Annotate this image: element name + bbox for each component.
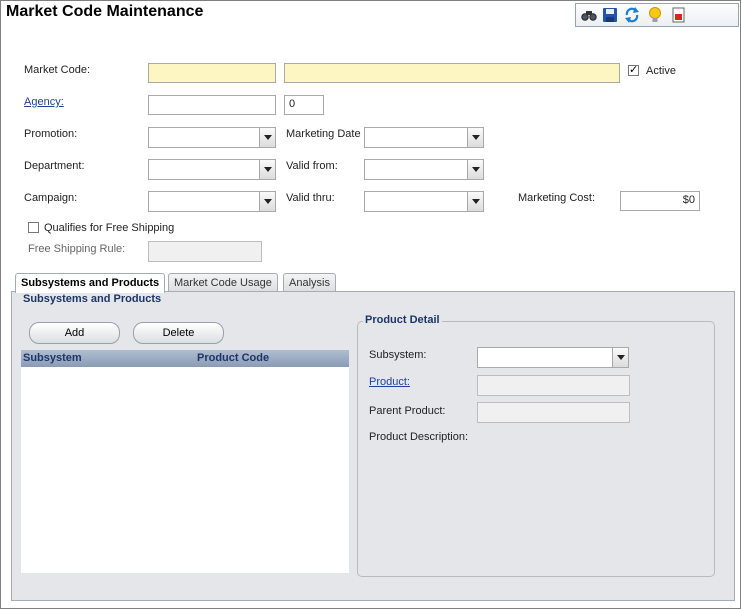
chevron-down-icon	[259, 128, 275, 147]
lightbulb-icon[interactable]	[646, 6, 664, 24]
agency-input[interactable]	[148, 95, 276, 115]
toolbar	[575, 3, 739, 27]
market-description-input[interactable]	[284, 63, 620, 83]
column-header-subsystem[interactable]: Subsystem	[23, 352, 82, 364]
add-button[interactable]: Add	[29, 322, 120, 344]
chevron-down-icon	[467, 192, 483, 211]
free-shipping-label: Qualifies for Free Shipping	[44, 222, 175, 234]
market-code-window: Market Code Maintenance Market Code: ✓ A…	[0, 0, 741, 609]
free-shipping-checkbox[interactable]	[28, 222, 39, 233]
valid-thru-label: Valid thru:	[286, 192, 335, 204]
subsystem-label: Subsystem:	[369, 349, 427, 361]
active-label: Active	[646, 65, 676, 77]
valid-from-select[interactable]	[364, 159, 484, 180]
parent-product-label: Parent Product:	[369, 405, 446, 417]
subsystems-group-title: Subsystems and Products	[21, 293, 164, 305]
market-code-input[interactable]	[148, 63, 276, 83]
product-input	[477, 375, 630, 396]
promotion-label: Promotion:	[24, 128, 78, 140]
marketing-date-label: Marketing Date	[286, 128, 361, 140]
active-checkbox[interactable]: ✓	[628, 65, 639, 76]
subsystems-grid-header: Subsystem Product Code	[21, 350, 349, 367]
subsystem-select[interactable]	[477, 347, 629, 368]
free-shipping-rule-label: Free Shipping Rule:	[28, 243, 126, 255]
page-title: Market Code Maintenance	[6, 3, 204, 20]
chevron-down-icon	[259, 160, 275, 179]
valid-from-label: Valid from:	[286, 160, 338, 172]
chevron-down-icon	[612, 348, 628, 367]
chevron-down-icon	[467, 160, 483, 179]
chevron-down-icon	[467, 128, 483, 147]
column-header-product-code[interactable]: Product Code	[197, 352, 269, 364]
subsystems-grid[interactable]	[21, 367, 349, 573]
product-link[interactable]: Product:	[369, 376, 410, 388]
department-label: Department:	[24, 160, 85, 172]
marketing-cost-label: Marketing Cost:	[518, 192, 596, 204]
report-icon[interactable]	[670, 6, 688, 24]
marketing-date-select[interactable]	[364, 127, 484, 148]
refresh-icon[interactable]	[623, 6, 641, 24]
agency-link[interactable]: Agency:	[24, 96, 64, 108]
tab-market-code-usage[interactable]: Market Code Usage	[168, 273, 278, 292]
parent-product-input	[477, 402, 630, 423]
chevron-down-icon	[259, 192, 275, 211]
product-description-label: Product Description:	[369, 431, 469, 443]
department-select[interactable]	[148, 159, 276, 180]
marketing-cost-input[interactable]: $0	[620, 191, 700, 211]
save-icon[interactable]	[601, 6, 619, 24]
tab-analysis[interactable]: Analysis	[283, 273, 336, 292]
free-shipping-rule-input	[148, 241, 262, 262]
promotion-select[interactable]	[148, 127, 276, 148]
product-detail-title: Product Detail	[363, 314, 442, 326]
valid-thru-select[interactable]	[364, 191, 484, 212]
binoculars-icon[interactable]	[580, 6, 598, 24]
campaign-label: Campaign:	[24, 192, 78, 204]
agency-number-input[interactable]: 0	[284, 95, 324, 115]
delete-button[interactable]: Delete	[133, 322, 224, 344]
market-code-label: Market Code:	[24, 64, 91, 76]
campaign-select[interactable]	[148, 191, 276, 212]
tab-subsystems-and-products[interactable]: Subsystems and Products	[15, 273, 166, 293]
